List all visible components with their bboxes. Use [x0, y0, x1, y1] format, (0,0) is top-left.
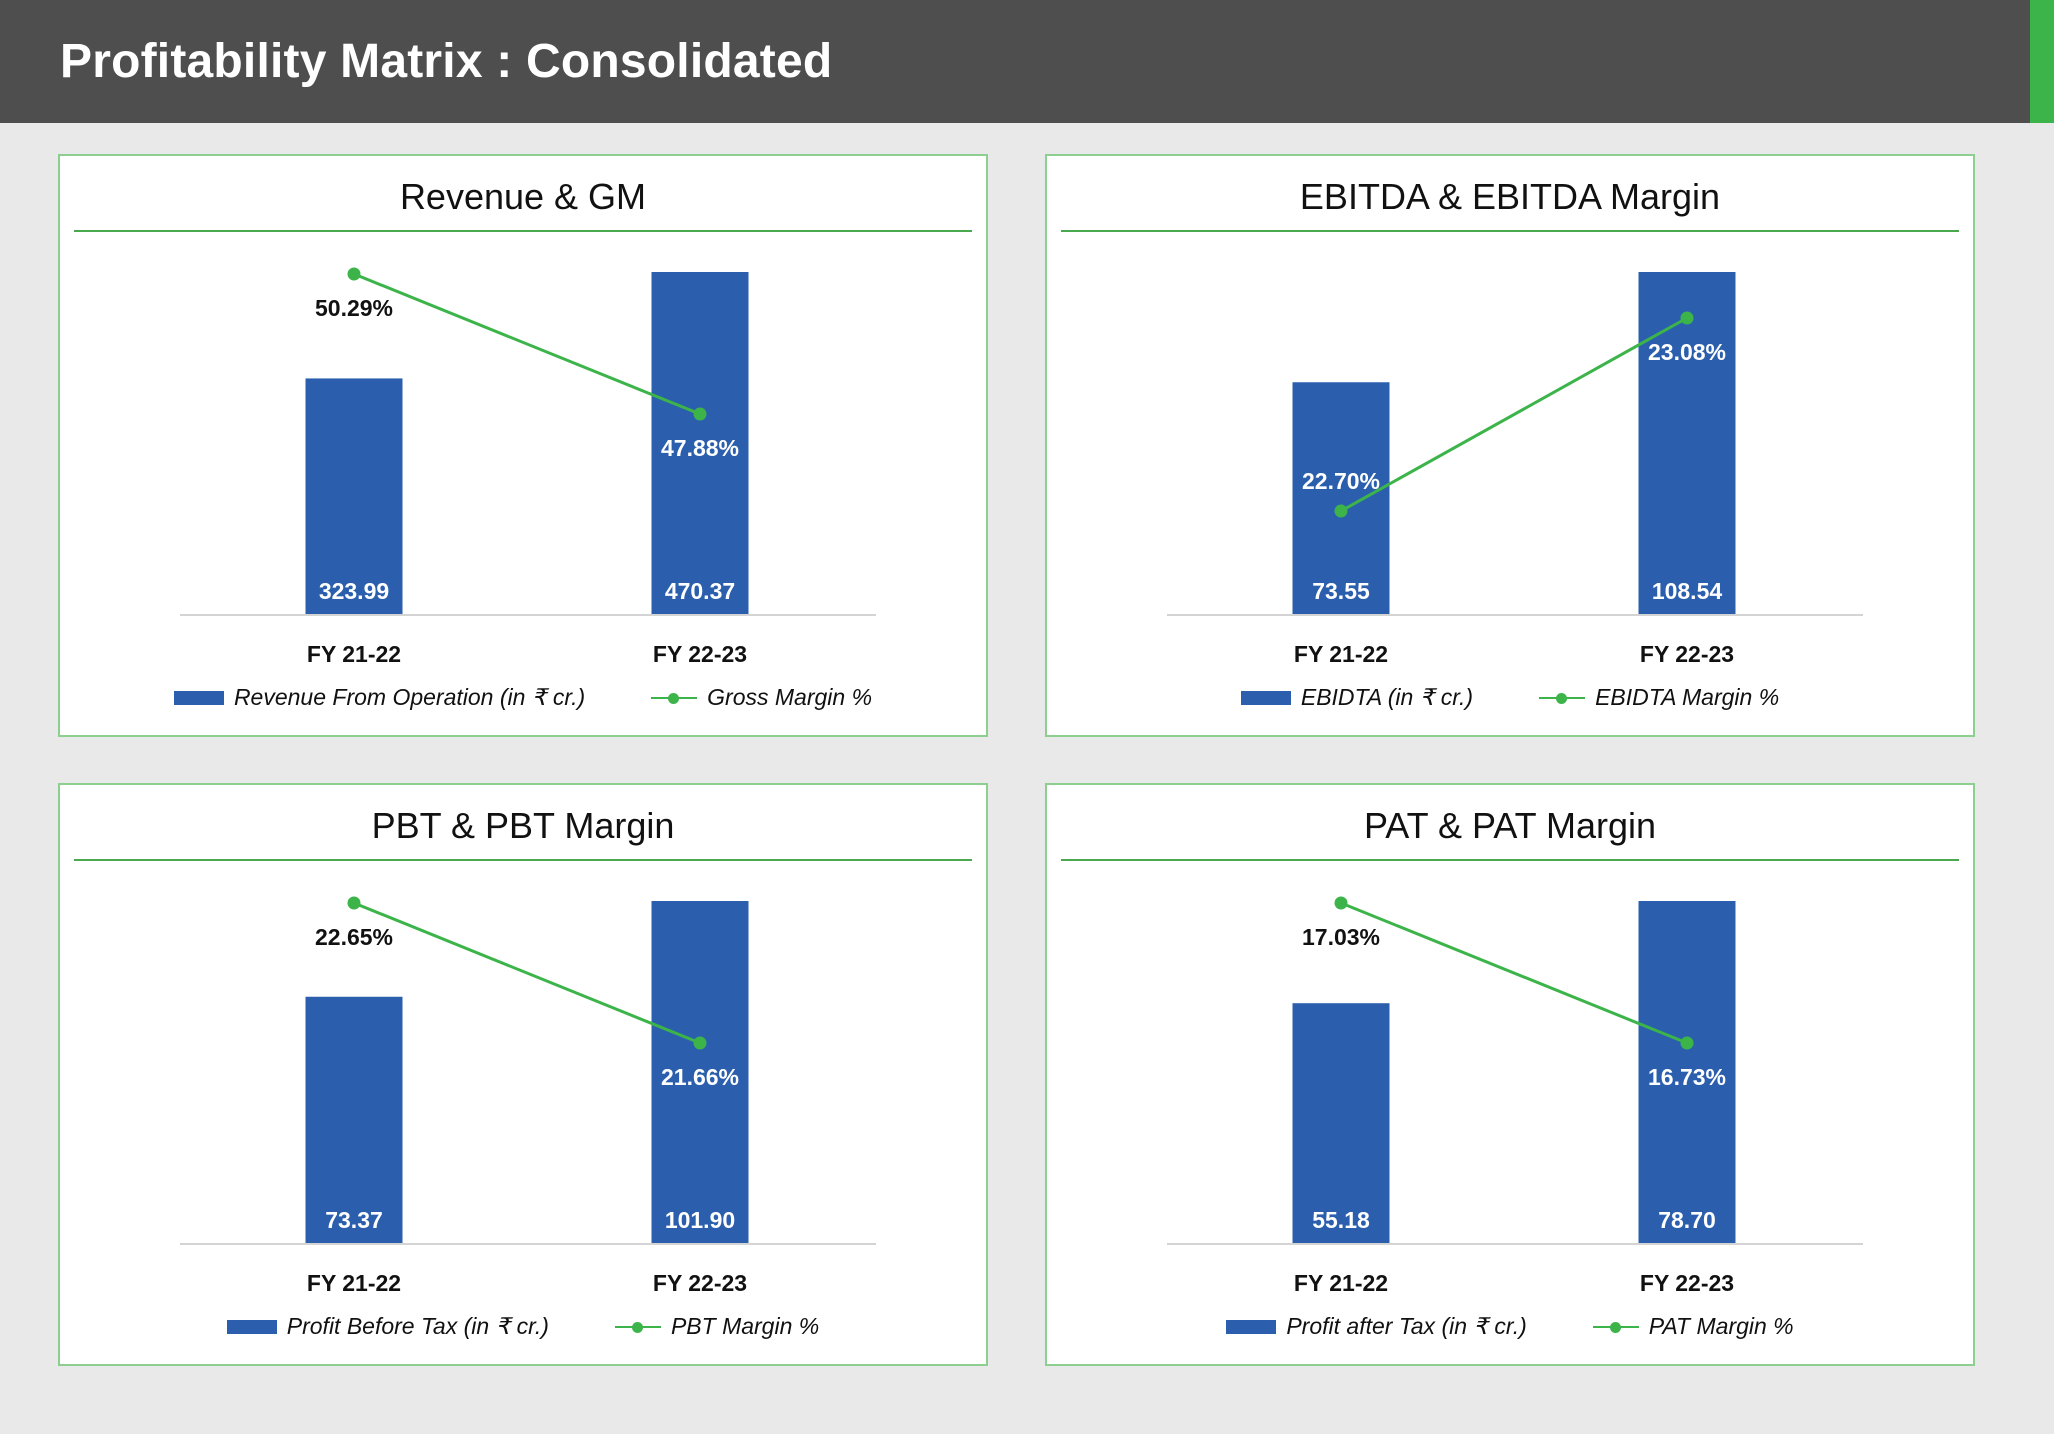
- header-accent-bar: [2030, 0, 2054, 123]
- bar-value-label: 73.55: [1312, 578, 1370, 604]
- margin-line: [353, 272, 701, 416]
- margin-value-label: 17.03%: [1302, 924, 1380, 950]
- category-tick-label: FY 21-22: [307, 641, 401, 667]
- legend-label: Gross Margin %: [707, 684, 873, 710]
- legend-line-swatch: [651, 691, 698, 705]
- legend-label: EBIDTA Margin %: [1595, 684, 1780, 710]
- margin-value-label: 47.88%: [661, 435, 739, 461]
- margin-point: [693, 1036, 707, 1050]
- legend-bar-swatch: [173, 690, 224, 705]
- margin-value-label: 16.73%: [1648, 1064, 1726, 1090]
- margin-value-label: 22.70%: [1302, 468, 1380, 494]
- margin-line: [1340, 901, 1688, 1045]
- page-title: Profitability Matrix : Consolidated: [60, 35, 833, 88]
- legend-label: Profit after Tax (in ₹ cr.): [1286, 1313, 1527, 1339]
- margin-value-label: 21.66%: [661, 1064, 739, 1090]
- legend-label: EBIDTA (in ₹ cr.): [1300, 684, 1474, 710]
- category-tick-label: FY 22-23: [653, 1270, 747, 1296]
- chart-canvas: 73.55 FY 21-22 108.54 FY 22-23 22.70% 23.08%: [1167, 272, 1863, 667]
- bar-value-label: 108.54: [1652, 578, 1723, 604]
- chart-panel-ebitda: EBITDA & EBITDA Margin 73.55 FY 21-22 108.…: [1045, 154, 1975, 737]
- margin-value-label: 23.08%: [1648, 339, 1726, 365]
- legend-label: Revenue From Operation (in ₹ cr.): [233, 684, 586, 710]
- legend-line-swatch: [1592, 1320, 1639, 1334]
- margin-point: [347, 267, 361, 281]
- category-tick-label: FY 21-22: [1294, 1270, 1388, 1296]
- legend-item-line: PAT Margin %: [1592, 1313, 1794, 1340]
- chart-canvas: 323.99 FY 21-22 470.37 FY 22-23 50.29% 47.88%: [180, 267, 876, 667]
- category-tick-label: FY 22-23: [653, 641, 747, 667]
- legend-item-line: Gross Margin %: [651, 684, 872, 711]
- legend-bar-swatch: [226, 1319, 277, 1334]
- legend-item-bar: Profit after Tax (in ₹ cr.): [1226, 1313, 1527, 1340]
- bar-value-label: 55.18: [1312, 1207, 1370, 1233]
- chart-panel-pbt: PBT & PBT Margin 73.37 FY 21-22 101.90 FY 2…: [58, 783, 988, 1366]
- legend-item-bar: Revenue From Operation (in ₹ cr.): [173, 684, 586, 711]
- margin-point: [693, 407, 707, 421]
- category-tick-label: FY 21-22: [1294, 641, 1388, 667]
- category-tick-label: FY 22-23: [1640, 1270, 1734, 1296]
- category-tick-label: FY 22-23: [1640, 641, 1734, 667]
- margin-point: [347, 896, 361, 910]
- margin-point: [1334, 896, 1348, 910]
- legend-item-line: EBIDTA Margin %: [1539, 684, 1779, 711]
- legend-line-swatch: [1539, 691, 1586, 705]
- margin-point: [1680, 311, 1694, 325]
- category-tick-label: FY 21-22: [307, 1270, 401, 1296]
- chart-legend: EBIDTA (in ₹ cr.) EBIDTA Margin %: [1047, 684, 1973, 711]
- bar-value-label: 78.70: [1658, 1207, 1716, 1233]
- bar-value-label: 323.99: [319, 578, 389, 604]
- legend-item-line: PBT Margin %: [614, 1313, 820, 1340]
- page-header: Profitability Matrix : Consolidated: [0, 0, 2054, 123]
- bar-value-label: 73.37: [325, 1207, 383, 1233]
- chart-canvas: 55.18 FY 21-22 78.70 FY 22-23 17.03% 16.73%: [1167, 896, 1863, 1296]
- chart-legend: Profit Before Tax (in ₹ cr.) PBT Margin …: [60, 1313, 986, 1340]
- chart-panel-pat: PAT & PAT Margin 55.18 FY 21-22 78.70 FY 22…: [1045, 783, 1975, 1366]
- margin-value-label: 22.65%: [315, 924, 393, 950]
- margin-point: [1680, 1036, 1694, 1050]
- bar-value-label: 470.37: [665, 578, 735, 604]
- legend-bar-swatch: [1226, 1319, 1277, 1334]
- legend-label: PBT Margin %: [670, 1313, 820, 1339]
- chart-canvas: 73.37 FY 21-22 101.90 FY 22-23 22.65% 21.66%: [180, 896, 876, 1296]
- margin-line: [1340, 316, 1688, 513]
- legend-bar-swatch: [1240, 690, 1291, 705]
- margin-point: [1334, 504, 1348, 518]
- legend-item-bar: Profit Before Tax (in ₹ cr.): [226, 1313, 549, 1340]
- legend-label: PAT Margin %: [1648, 1313, 1794, 1339]
- legend-item-bar: EBIDTA (in ₹ cr.): [1240, 684, 1474, 711]
- margin-value-label: 50.29%: [315, 295, 393, 321]
- bar-value-label: 101.90: [665, 1207, 735, 1233]
- chart-legend: Profit after Tax (in ₹ cr.) PAT Margin %: [1047, 1313, 1973, 1340]
- legend-label: Profit Before Tax (in ₹ cr.): [286, 1313, 549, 1339]
- margin-line: [353, 901, 701, 1045]
- chart-legend: Revenue From Operation (in ₹ cr.) Gross …: [60, 684, 986, 711]
- legend-line-swatch: [614, 1320, 661, 1334]
- chart-panel-revenue-gm: Revenue & GM 323.99 FY 21-22 470.37 FY 22-2…: [58, 154, 988, 737]
